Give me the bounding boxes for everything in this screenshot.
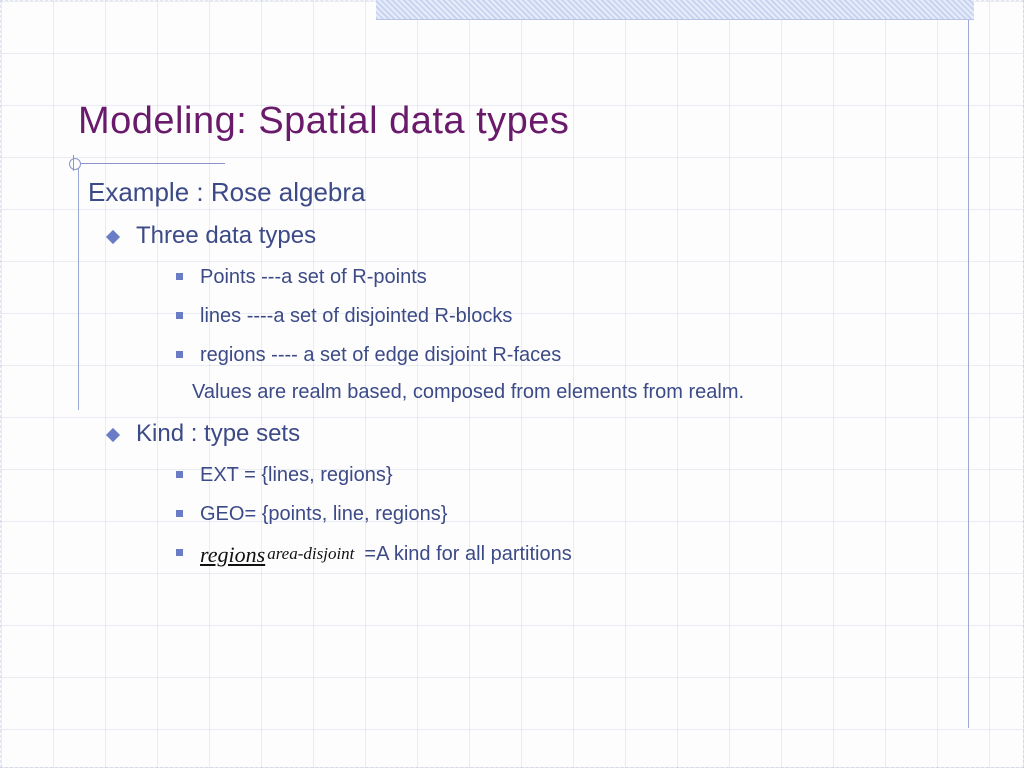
list-item: regionsarea-disjoint =A kind for all par… — [176, 540, 964, 570]
right-margin-line — [968, 20, 969, 728]
slide-content: Modeling: Spatial data types Example : R… — [78, 100, 964, 582]
list-item: EXT = {lines, regions} — [176, 462, 964, 489]
bullet-list-level1: Three data types Points ---a set of R-po… — [108, 222, 964, 570]
section2-heading: Kind : type sets EXT = {lines, regions} … — [108, 420, 964, 570]
list-item: Points ---a set of R-points — [176, 264, 964, 291]
section1-items: Points ---a set of R-points lines ----a … — [176, 264, 964, 369]
list-item: regions ---- a set of edge disjoint R-fa… — [176, 342, 964, 369]
slide-subtitle: Example : Rose algebra — [88, 177, 964, 208]
formula-superscript: area-disjoint — [267, 543, 354, 566]
list-item: GEO= {points, line, regions} — [176, 501, 964, 528]
section1-heading: Three data types Points ---a set of R-po… — [108, 222, 964, 404]
section2-items: EXT = {lines, regions} GEO= {points, lin… — [176, 462, 964, 570]
section2-heading-text: Kind : type sets — [136, 420, 300, 447]
list-item: lines ----a set of disjointed R-blocks — [176, 303, 964, 330]
slide-title: Modeling: Spatial data types — [78, 100, 964, 143]
formula-rest: =A kind for all partitions — [364, 541, 571, 568]
formula-base: regions — [200, 540, 265, 570]
section1-note: Values are realm based, composed from el… — [192, 381, 964, 404]
section1-heading-text: Three data types — [136, 222, 316, 249]
top-decorative-bar — [376, 0, 974, 20]
